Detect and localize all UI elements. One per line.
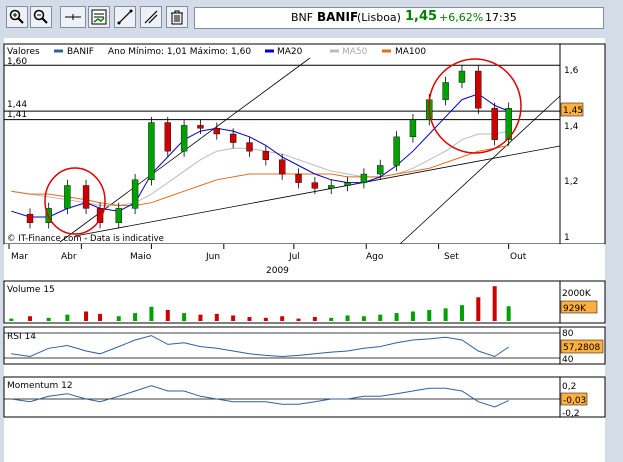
volume-bar bbox=[345, 315, 350, 321]
year-label: 2009 bbox=[266, 266, 289, 276]
candle-body bbox=[131, 179, 139, 209]
volume-bar bbox=[46, 317, 51, 321]
price-current-label: 1,45 bbox=[563, 106, 583, 116]
momentum-title: Momentum 12 bbox=[7, 381, 73, 391]
volume-bar bbox=[231, 315, 236, 321]
candle-body bbox=[295, 173, 302, 183]
candle-body bbox=[64, 185, 71, 209]
volume-bar bbox=[443, 308, 448, 321]
candle-body bbox=[475, 70, 482, 109]
volume-bar bbox=[394, 313, 399, 321]
volume-bar bbox=[9, 318, 14, 321]
price-tick-1: 1,6 bbox=[564, 66, 579, 76]
volume-bar bbox=[84, 311, 89, 321]
candle-body bbox=[197, 125, 204, 129]
month-jul: Jul bbox=[288, 252, 300, 262]
candle-body bbox=[148, 122, 155, 180]
rsi-tick-40: 40 bbox=[562, 355, 574, 365]
candle-body bbox=[180, 125, 188, 152]
volume-bar bbox=[133, 313, 138, 321]
rsi-title: RSI 14 bbox=[7, 332, 36, 342]
candle-body bbox=[458, 70, 466, 83]
volume-bar bbox=[198, 314, 203, 321]
candle-body bbox=[246, 142, 253, 152]
volume-bar bbox=[361, 316, 366, 321]
month-out: Out bbox=[510, 252, 527, 262]
volume-bar bbox=[116, 316, 121, 321]
volume-bar bbox=[214, 313, 219, 321]
legend-series: BANIF bbox=[67, 47, 94, 57]
candle-body bbox=[26, 213, 34, 223]
volume-bar bbox=[247, 317, 252, 321]
volume-bar bbox=[459, 305, 464, 321]
volume-bar bbox=[165, 309, 170, 321]
candle-body bbox=[409, 119, 417, 138]
volume-bar bbox=[476, 297, 481, 321]
legend-range: Ano Mínimo: 1,01 Máximo: 1,60 bbox=[108, 47, 251, 57]
rsi-current-label: 57,2808 bbox=[563, 343, 600, 353]
volume-bar bbox=[296, 318, 301, 321]
price-panel bbox=[3, 43, 606, 245]
volume-bar bbox=[149, 306, 154, 321]
level-label-1: 1,60 bbox=[7, 57, 27, 67]
month-jun: Jun bbox=[205, 252, 220, 262]
price-tick-3: 1,2 bbox=[564, 177, 578, 187]
volume-bar bbox=[182, 313, 187, 321]
volume-bar bbox=[263, 317, 268, 321]
candle-body bbox=[344, 182, 351, 186]
legend-label: Valores bbox=[7, 47, 40, 57]
level-label-3: 1,41 bbox=[7, 110, 27, 120]
legend-ma100: MA100 bbox=[395, 47, 426, 57]
candle-body bbox=[278, 159, 286, 175]
candle-body bbox=[115, 208, 122, 223]
candle-body bbox=[442, 82, 449, 100]
watermark: © IT-Finance.com - Data is indicative bbox=[7, 234, 164, 244]
volume-bar bbox=[506, 306, 511, 321]
candle-body bbox=[377, 165, 384, 175]
momentum-tick-1: 0,2 bbox=[562, 382, 576, 392]
legend-ma20: MA20 bbox=[277, 47, 303, 57]
month-abr: Abr bbox=[61, 252, 77, 262]
month-maio: Maio bbox=[130, 252, 152, 262]
candle-body bbox=[360, 173, 368, 183]
volume-bar bbox=[280, 316, 285, 321]
candle-body bbox=[262, 150, 270, 160]
rsi-tick-80: 80 bbox=[562, 329, 574, 339]
month-set: Set bbox=[444, 252, 459, 262]
price-tick-2: 1,4 bbox=[564, 122, 579, 132]
candle-body bbox=[491, 108, 498, 140]
level-label-2: 1,44 bbox=[7, 100, 27, 110]
candle-body bbox=[393, 136, 400, 166]
volume-panel bbox=[3, 280, 606, 324]
momentum-tick-3: -0,2 bbox=[562, 409, 580, 419]
candle-body bbox=[229, 133, 237, 143]
candle-body bbox=[164, 122, 171, 152]
candle-body bbox=[328, 185, 335, 189]
volume-bar bbox=[378, 314, 383, 321]
volume-bar bbox=[65, 314, 70, 321]
volume-current-label: 929K bbox=[563, 304, 587, 314]
volume-bar bbox=[410, 311, 415, 321]
month-ago: Ago bbox=[366, 252, 384, 262]
candle-body bbox=[82, 185, 90, 209]
rsi-panel bbox=[3, 326, 606, 365]
volume-bar bbox=[312, 317, 317, 321]
volume-bar bbox=[98, 313, 103, 321]
legend-ma50: MA50 bbox=[342, 47, 368, 57]
volume-bar bbox=[28, 316, 33, 321]
price-tick-4: 1 bbox=[564, 233, 570, 243]
month-mar: Mar bbox=[11, 252, 28, 262]
candle-body bbox=[213, 128, 221, 135]
volume-bar bbox=[427, 309, 432, 321]
momentum-current-label: -0,03 bbox=[563, 396, 586, 406]
volume-bar bbox=[329, 317, 334, 321]
volume-bar bbox=[492, 286, 497, 321]
momentum-panel bbox=[3, 376, 606, 418]
volume-tick-1: 2000K bbox=[562, 289, 592, 299]
volume-title: Volume 15 bbox=[7, 285, 55, 295]
chart-area: Valores BANIF Ano Mínimo: 1,01 Máximo: 1… bbox=[3, 43, 606, 419]
candle-body bbox=[311, 182, 319, 189]
